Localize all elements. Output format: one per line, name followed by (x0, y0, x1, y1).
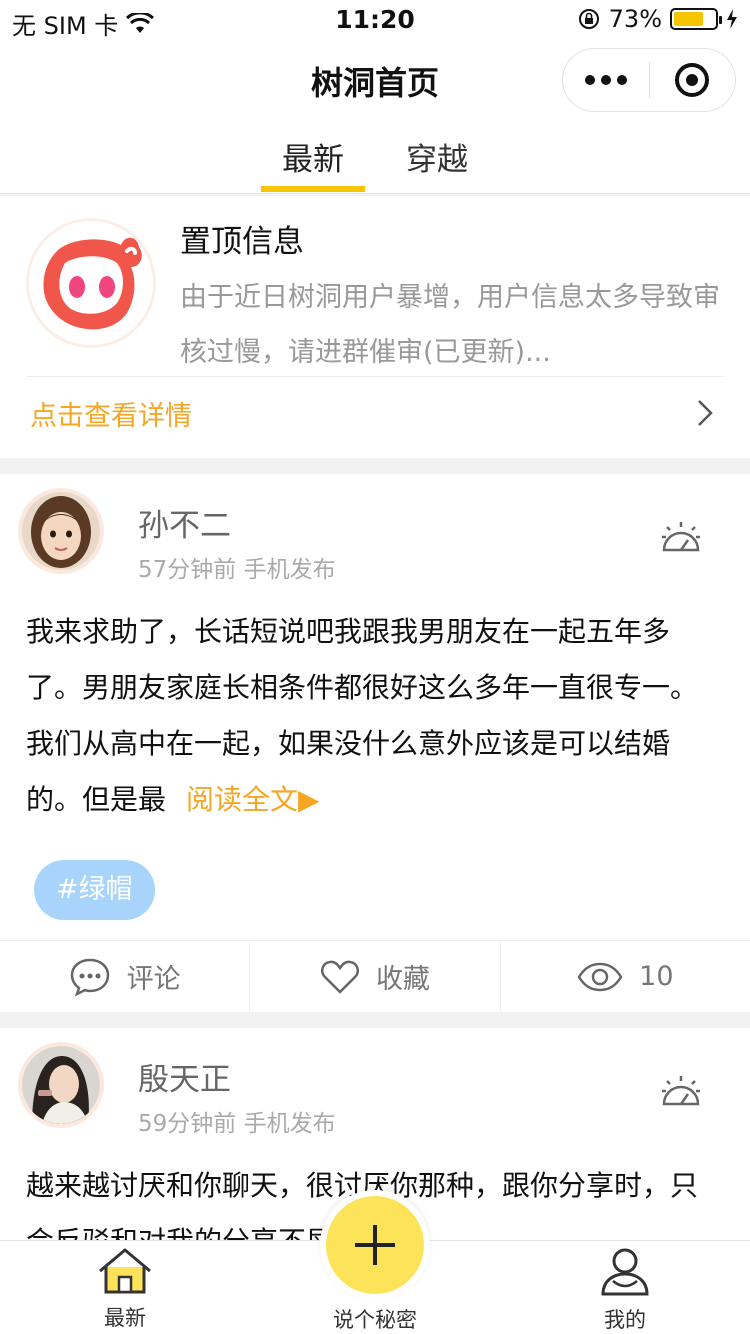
pinned-notice-card[interactable]: 置顶信息 由于近日树洞用户暴增，用户信息太多导致审核过慢，请进群催审(已更新).… (0, 196, 750, 458)
status-right: 73% (577, 5, 738, 33)
battery-icon (670, 8, 722, 30)
divider (26, 376, 724, 377)
tabbar-label-post: 说个秘密 (333, 1308, 417, 1332)
mini-program-capsule (562, 48, 736, 112)
pinned-description: 由于近日树洞用户暴增，用户信息太多导致审核过慢，请进群催审(已更新)... (180, 282, 720, 368)
chevron-right-icon[interactable] (696, 398, 714, 428)
pinned-title: 置顶信息 (180, 224, 304, 260)
favorite-label: 收藏 (375, 964, 430, 995)
user-icon (601, 1248, 649, 1296)
comment-label: 评论 (126, 964, 181, 995)
more-button[interactable] (563, 49, 649, 111)
read-more-link[interactable]: 阅读全文▶ (186, 783, 320, 816)
author-name[interactable]: 殷天正 (138, 1054, 231, 1099)
nav-bar: 树洞首页 (0, 40, 750, 120)
feed-tabs: 最新 穿越 (0, 120, 750, 194)
avatar[interactable] (18, 1042, 104, 1128)
post-meta: 59分钟前 手机发布 (138, 1111, 336, 1137)
favorite-button[interactable]: 收藏 (250, 941, 501, 1012)
post-text: 我来求助了，长话短说吧我跟我男朋友在一起五年多了。男朋友家庭长相条件都很好这么多… (26, 615, 699, 816)
status-bar: 无 SIM 卡 11:20 73% (0, 0, 750, 40)
gauge-icon[interactable] (660, 518, 702, 554)
author-name[interactable]: 孙不二 (138, 500, 231, 545)
close-button[interactable] (650, 49, 736, 111)
plus-icon (355, 1225, 395, 1265)
comment-icon (70, 958, 109, 996)
post-body: 我来求助了，长话短说吧我跟我男朋友在一起五年多了。男朋友家庭长相条件都很好这么多… (26, 604, 716, 828)
battery-percent: 73% (608, 5, 662, 33)
more-dot-icon (600, 75, 611, 85)
battery-fill (674, 12, 704, 26)
avatar-woman-icon (22, 1046, 100, 1124)
post-actions: 评论 收藏 10 (0, 940, 750, 1012)
gauge-icon[interactable] (660, 1072, 702, 1108)
charging-icon (727, 9, 737, 29)
target-close-icon (675, 63, 710, 97)
tab-travel[interactable]: 穿越 (385, 134, 489, 179)
tabbar-item-latest[interactable]: 最新 (65, 1247, 185, 1332)
heart-icon (321, 960, 359, 994)
topic-tag[interactable]: #绿帽 (34, 860, 155, 920)
app-logo (26, 218, 156, 348)
post-card[interactable]: 孙不二 57分钟前 手机发布 我来求助了，长话短说吧我跟我男朋友在一起五年多了。… (0, 474, 750, 1012)
home-icon (99, 1248, 151, 1294)
more-dot-icon (584, 75, 595, 85)
tab-latest[interactable]: 最新 (261, 134, 365, 179)
comment-button[interactable]: 评论 (0, 941, 251, 1012)
active-tab-indicator (261, 186, 365, 192)
avatar[interactable] (18, 488, 104, 574)
tabbar-label-latest: 最新 (104, 1306, 146, 1330)
view-details-link[interactable]: 点击查看详情 (30, 394, 192, 433)
post-secret-button[interactable] (326, 1196, 424, 1294)
rotation-lock-icon (578, 9, 599, 29)
views-count: 10 (639, 961, 674, 992)
eye-icon (577, 962, 623, 991)
tabbar-item-mine[interactable]: 我的 (565, 1247, 685, 1334)
views-counter: 10 (501, 941, 750, 1012)
more-dot-icon (616, 75, 627, 85)
avatar-girl-icon (22, 492, 100, 570)
tabbar-label-mine: 我的 (604, 1308, 646, 1332)
post-meta: 57分钟前 手机发布 (138, 557, 336, 583)
mascot-logo-icon (43, 237, 142, 330)
